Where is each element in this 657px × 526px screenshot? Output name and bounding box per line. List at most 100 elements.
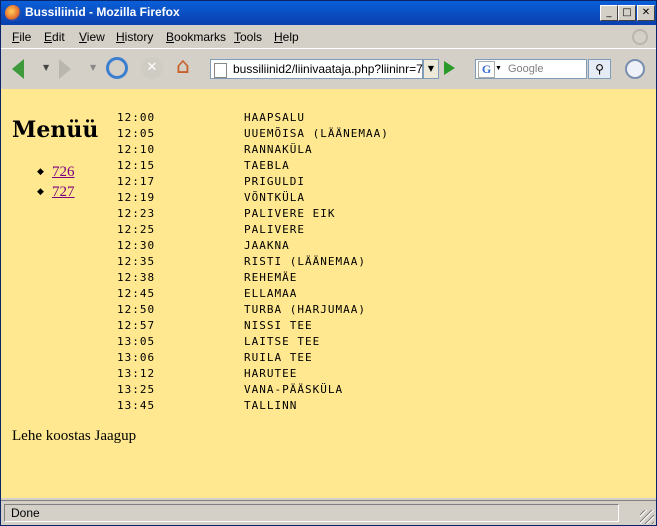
stop-cell: TAEBLA	[244, 159, 290, 172]
time-cell: 13:45	[117, 399, 156, 412]
table-row: 12:00 HAAPSALU	[117, 110, 389, 126]
close-button[interactable]: ✕	[637, 5, 655, 21]
search-box[interactable]: G ▼ Google	[475, 59, 587, 79]
time-cell: 12:00	[117, 111, 156, 124]
stop-cell: PALIVERE EIK	[244, 207, 336, 220]
search-icon[interactable]: ⚲	[588, 59, 611, 79]
home-icon[interactable]: ⌂	[176, 55, 190, 79]
window-title: Bussiliinid - Mozilla Firefox	[25, 5, 180, 19]
maximize-button[interactable]: □	[618, 5, 636, 21]
engine-dropdown-icon[interactable]: ▼	[495, 65, 502, 72]
table-row: 12:30 JAAKNA	[117, 238, 389, 254]
table-row: 12:19 VÕNTKÜLA	[117, 190, 389, 206]
menu-list: 726 727	[37, 164, 75, 204]
time-cell: 12:19	[117, 191, 156, 204]
time-cell: 12:30	[117, 239, 156, 252]
stop-cell: LAITSE TEE	[244, 335, 321, 348]
stop-cell: VANA-PÄÄSKÜLA	[244, 383, 344, 396]
resize-grip-icon[interactable]	[640, 510, 654, 524]
stop-cell: PALIVERE	[244, 223, 305, 236]
list-item: 726	[37, 164, 75, 184]
table-row: 12:57 NISSI TEE	[117, 318, 389, 334]
table-row: 12:38 REHEMÄE	[117, 270, 389, 286]
table-row: 13:05 LAITSE TEE	[117, 334, 389, 350]
menu-bar: File Edit View History Bookmarks Tools H…	[1, 26, 656, 47]
table-row: 12:05 UUEMÕISA (LÄÄNEMAA)	[117, 126, 389, 142]
back-dropdown-icon[interactable]: ▼	[43, 63, 49, 72]
time-cell: 12:23	[117, 207, 156, 220]
stop-cell: TURBA (HARJUMAA)	[244, 303, 366, 316]
status-bar: Done	[1, 500, 656, 526]
stop-cell: RISTI (LÄÄNEMAA)	[244, 255, 366, 268]
search-input[interactable]: Google	[508, 63, 543, 75]
table-row: 13:45 TALLINN	[117, 398, 389, 414]
table-row: 12:50 TURBA (HARJUMAA)	[117, 302, 389, 318]
forward-dropdown-icon[interactable]: ▼	[90, 63, 96, 72]
time-cell: 13:25	[117, 383, 156, 396]
stop-cell: VÕNTKÜLA	[244, 191, 305, 204]
time-cell: 12:45	[117, 287, 156, 300]
menu-bookmarks[interactable]: Bookmarks	[166, 30, 226, 44]
link-727[interactable]: 727	[52, 184, 75, 200]
google-engine-icon[interactable]: G	[478, 61, 495, 78]
menu-history[interactable]: History	[116, 30, 153, 44]
table-row: 13:12 HARUTEE	[117, 366, 389, 382]
time-cell: 12:15	[117, 159, 156, 172]
history-clock-icon[interactable]	[625, 59, 645, 79]
back-button[interactable]	[12, 59, 24, 79]
status-text: Done	[4, 504, 619, 522]
stop-cell: PRIGULDI	[244, 175, 305, 188]
stop-cell: UUEMÕISA (LÄÄNEMAA)	[244, 127, 389, 140]
stop-cell: RUILA TEE	[244, 351, 313, 364]
time-cell: 12:38	[117, 271, 156, 284]
stop-cell: HAAPSALU	[244, 111, 305, 124]
page-title: Menüü	[12, 117, 99, 143]
firefox-icon	[5, 5, 21, 21]
stop-cell: REHEMÄE	[244, 271, 298, 284]
forward-button[interactable]	[59, 59, 71, 79]
page-favicon-icon	[214, 63, 227, 78]
time-cell: 12:50	[117, 303, 156, 316]
footer-text: Lehe koostas Jaagup	[12, 428, 137, 444]
stop-cell: ELLAMAA	[244, 287, 298, 300]
table-row: 13:06 RUILA TEE	[117, 350, 389, 366]
browser-window: Bussiliinid - Mozilla Firefox _ □ ✕ File…	[0, 0, 657, 526]
time-cell: 12:25	[117, 223, 156, 236]
go-button[interactable]	[444, 61, 455, 75]
time-cell: 13:12	[117, 367, 156, 380]
table-row: 12:23 PALIVERE EIK	[117, 206, 389, 222]
stop-cell: HARUTEE	[244, 367, 298, 380]
table-row: 12:17 PRIGULDI	[117, 174, 389, 190]
stop-cell: JAAKNA	[244, 239, 290, 252]
time-cell: 13:06	[117, 351, 156, 364]
table-row: 12:35 RISTI (LÄÄNEMAA)	[117, 254, 389, 270]
schedule-table: 12:00 HAAPSALU 12:05 UUEMÕISA (LÄÄNEMAA) 1…	[117, 110, 389, 414]
throbber-icon	[632, 29, 648, 45]
navigation-toolbar: ▼ ▼ ✕ ⌂ bussiliinid2/liinivaataja.php?li…	[1, 48, 656, 90]
menu-edit[interactable]: Edit	[44, 30, 65, 44]
table-row: 12:10 RANNAKÜLA	[117, 142, 389, 158]
time-cell: 12:05	[117, 127, 156, 140]
list-item: 727	[37, 184, 75, 204]
minimize-button[interactable]: _	[600, 5, 618, 21]
address-dropdown-icon[interactable]: ▼	[423, 59, 439, 79]
time-cell: 12:35	[117, 255, 156, 268]
menu-view[interactable]: View	[79, 30, 105, 44]
stop-cell: TALLINN	[244, 399, 298, 412]
time-cell: 12:57	[117, 319, 156, 332]
table-row: 12:45 ELLAMAA	[117, 286, 389, 302]
stop-cell: RANNAKÜLA	[244, 143, 313, 156]
stop-cell: NISSI TEE	[244, 319, 313, 332]
title-bar: Bussiliinid - Mozilla Firefox _ □ ✕	[1, 1, 656, 25]
reload-icon[interactable]	[106, 57, 128, 79]
address-text[interactable]: bussiliinid2/liinivaataja.php?liininr=72…	[233, 62, 436, 76]
time-cell: 12:10	[117, 143, 156, 156]
table-row: 12:15 TAEBLA	[117, 158, 389, 174]
address-bar[interactable]: bussiliinid2/liinivaataja.php?liininr=72…	[210, 59, 436, 79]
stop-icon[interactable]: ✕	[141, 57, 163, 79]
menu-file[interactable]: File	[12, 30, 31, 44]
link-726[interactable]: 726	[52, 164, 75, 180]
menu-help[interactable]: Help	[274, 30, 299, 44]
table-row: 12:25 PALIVERE	[117, 222, 389, 238]
menu-tools[interactable]: Tools	[234, 30, 262, 44]
